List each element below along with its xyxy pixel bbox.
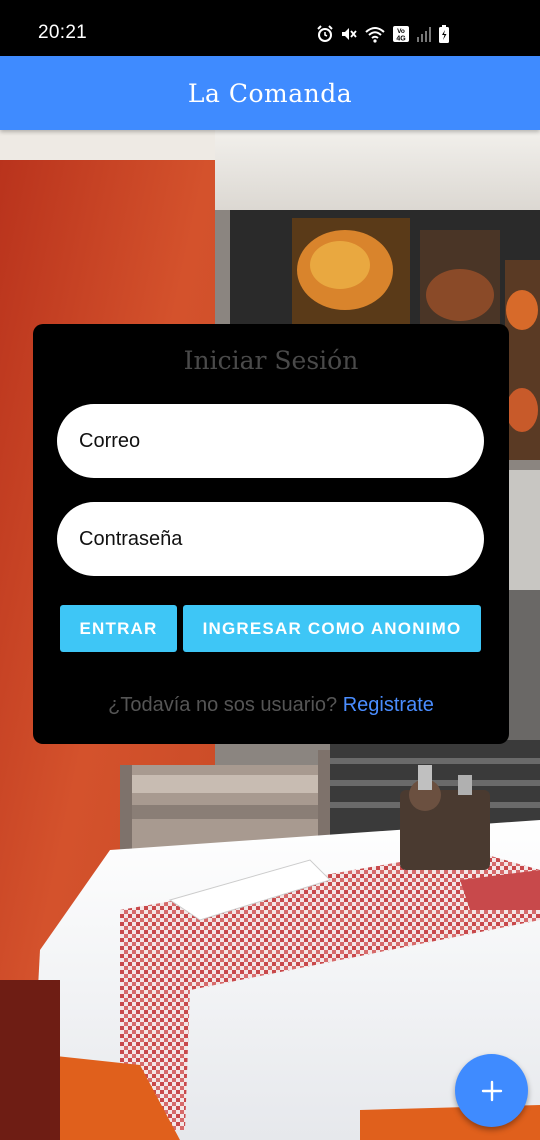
register-link[interactable]: Registrate bbox=[343, 694, 434, 716]
password-field[interactable] bbox=[57, 502, 484, 576]
plus-icon bbox=[481, 1080, 502, 1101]
wifi-icon bbox=[365, 27, 385, 43]
svg-text:Vo: Vo bbox=[397, 28, 405, 35]
anonymous-login-button[interactable]: INGRESAR COMO ANONIMO bbox=[183, 605, 481, 652]
app-bar: La Comanda bbox=[0, 56, 540, 130]
battery-icon bbox=[439, 25, 449, 43]
email-field[interactable] bbox=[57, 404, 484, 478]
mute-icon bbox=[342, 28, 357, 40]
login-title: Iniciar Sesión bbox=[183, 346, 359, 375]
register-question: ¿Todavía no sos usuario? bbox=[108, 694, 338, 716]
signal-icon bbox=[417, 27, 431, 42]
status-icons: Vo 4G bbox=[316, 24, 450, 44]
volte-4g-icon: Vo 4G bbox=[393, 26, 409, 43]
svg-text:4G: 4G bbox=[396, 36, 406, 43]
status-time: 20:21 bbox=[38, 22, 88, 43]
register-prompt: ¿Todavía no sos usuario? Registrate bbox=[33, 694, 509, 717]
status-bar: 20:21 Vo 4G bbox=[0, 0, 540, 56]
add-fab-button[interactable] bbox=[455, 1054, 528, 1127]
alarm-icon bbox=[317, 25, 333, 42]
login-card: Iniciar Sesión ENTRAR INGRESAR COMO ANON… bbox=[33, 324, 509, 744]
login-button[interactable]: ENTRAR bbox=[60, 605, 177, 652]
app-title: La Comanda bbox=[187, 78, 353, 108]
